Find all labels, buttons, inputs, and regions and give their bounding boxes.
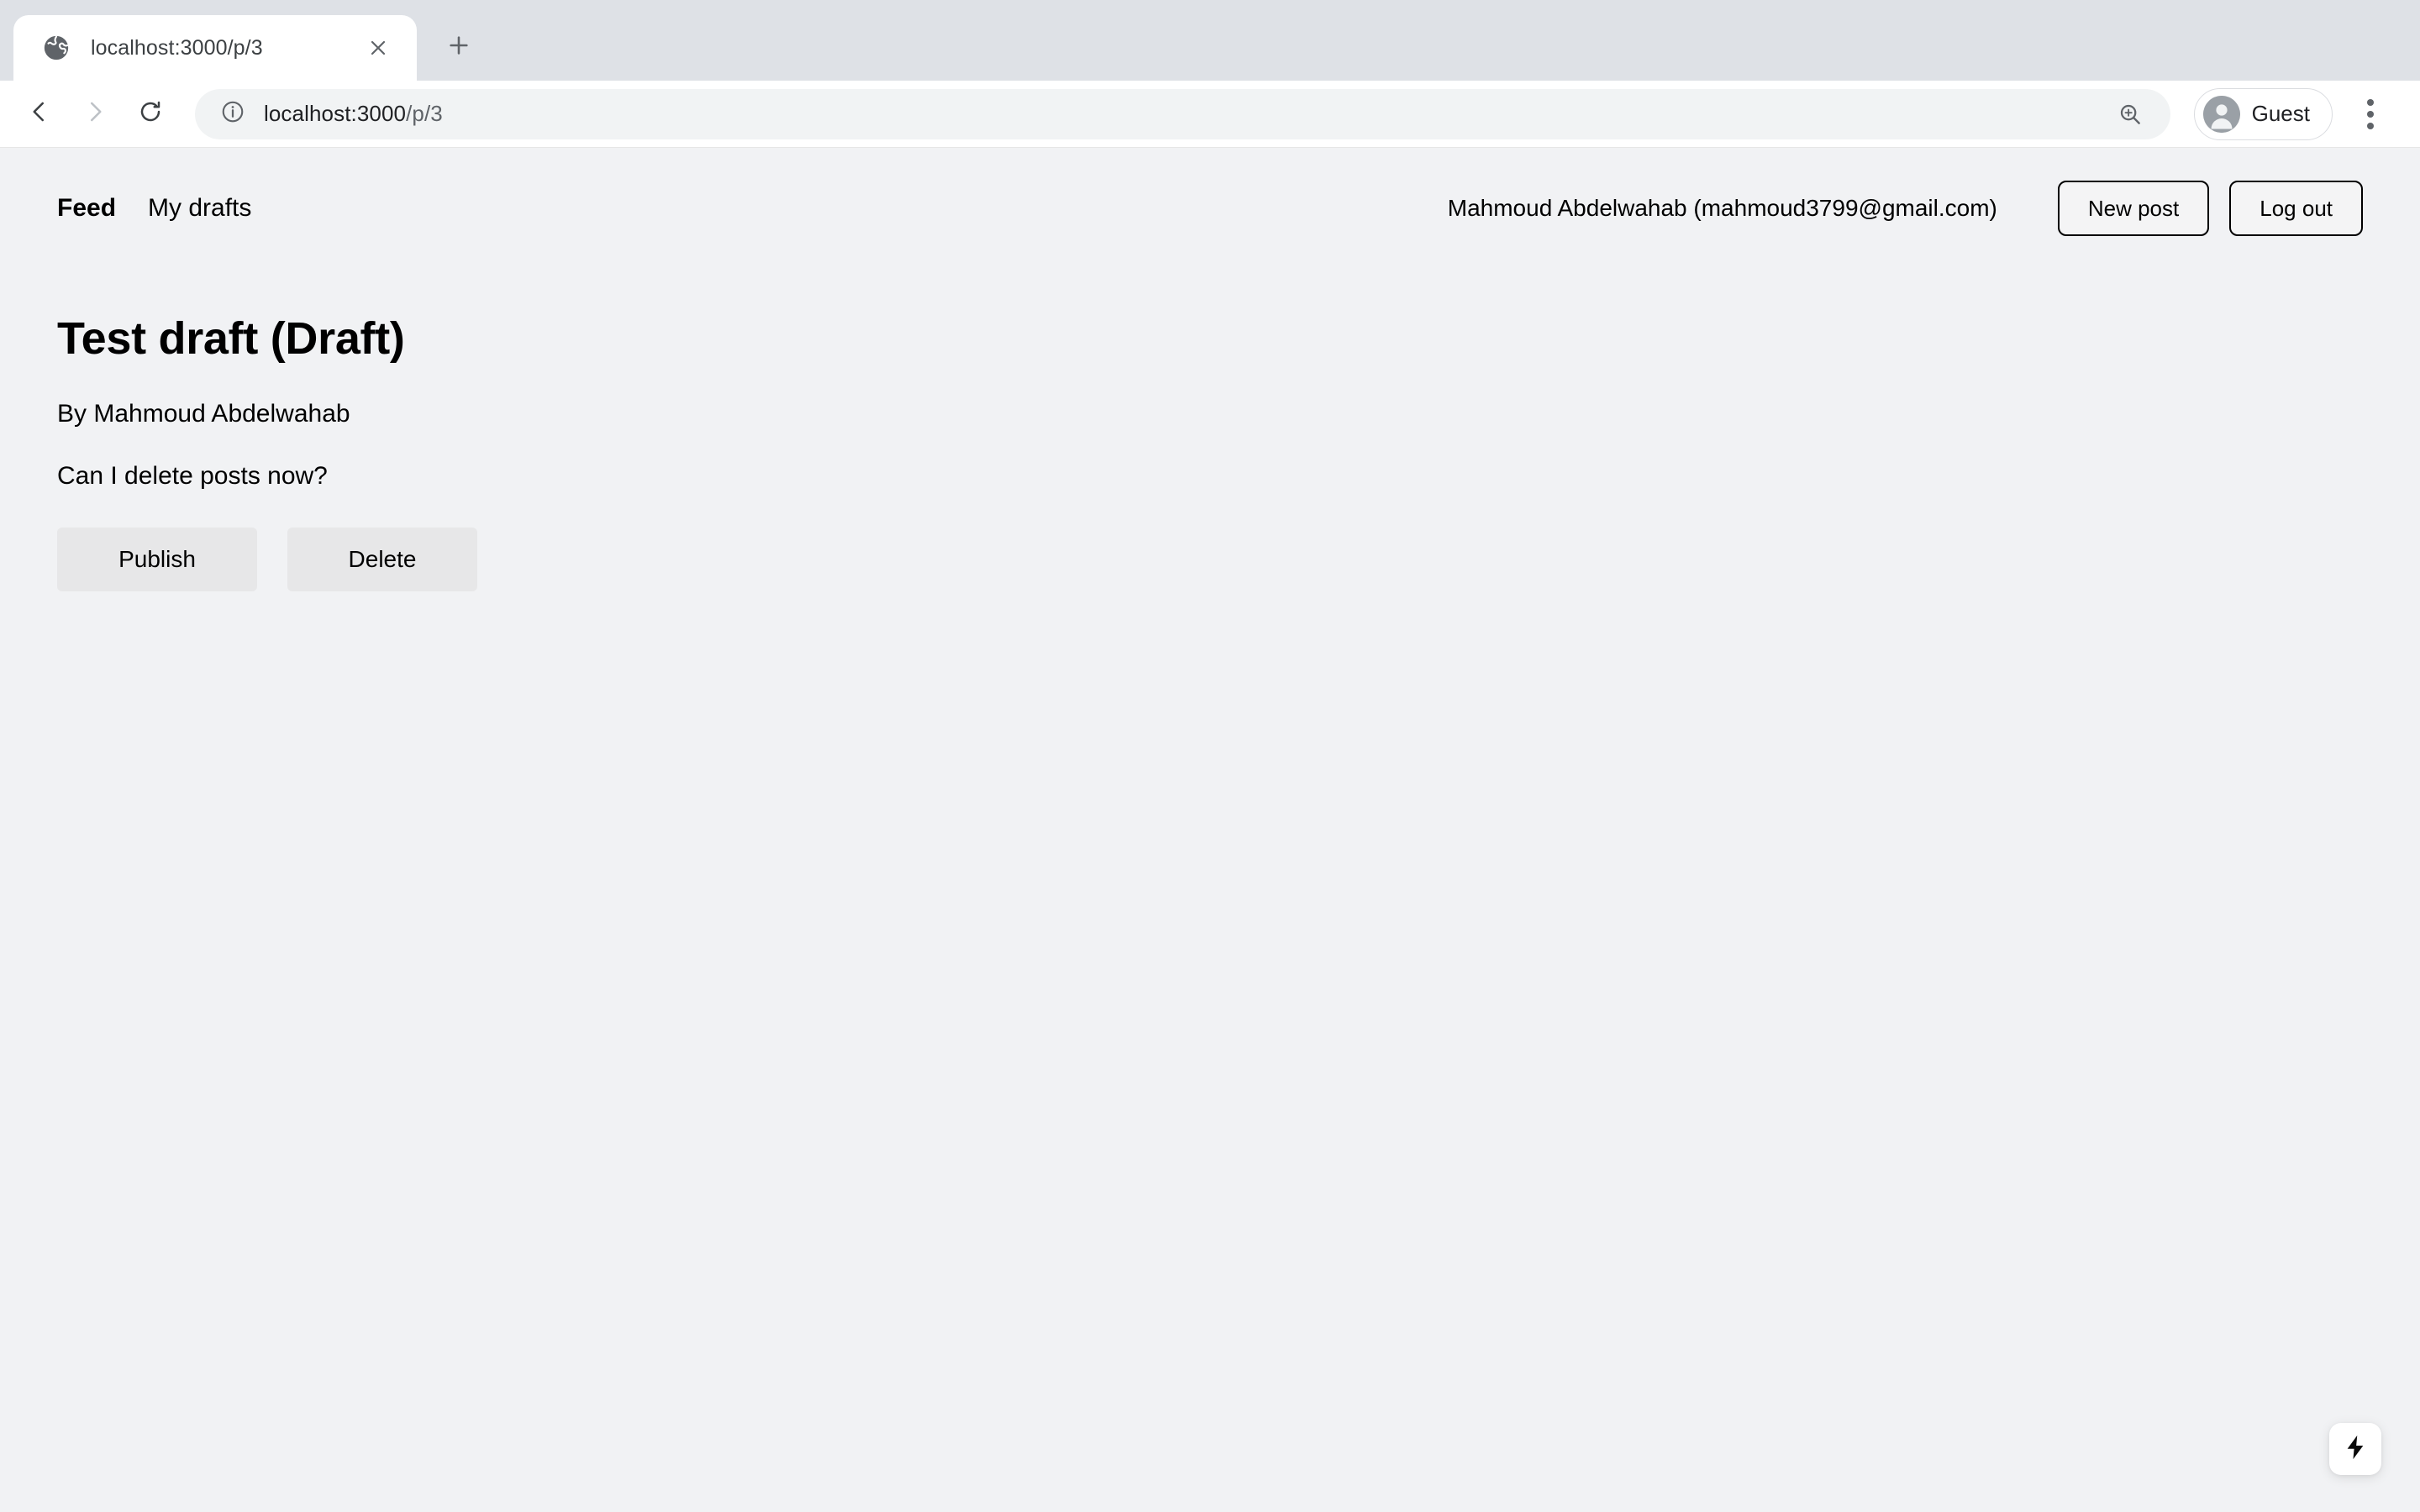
tab-strip: localhost:3000/p/3 <box>0 0 2420 81</box>
profile-name: Guest <box>2251 101 2310 126</box>
post-article: Test draft (Draft) By Mahmoud Abdelwahab… <box>57 254 2363 592</box>
page-content: Feed My drafts Mahmoud Abdelwahab (mahmo… <box>0 148 2420 592</box>
back-button[interactable] <box>13 88 66 140</box>
browser-tab[interactable]: localhost:3000/p/3 <box>13 15 417 81</box>
arrow-right-icon <box>82 99 108 129</box>
post-body: Can I delete posts now? <box>57 462 328 491</box>
kebab-dot <box>2367 122 2374 129</box>
globe-icon <box>42 34 71 62</box>
current-user-label: Mahmoud Abdelwahab (mahmoud3799@gmail.co… <box>1447 195 1997 221</box>
plus-icon <box>447 34 471 61</box>
post-actions: Publish Delete <box>57 528 2363 592</box>
kebab-dot <box>2367 110 2374 118</box>
dev-tools-indicator[interactable] <box>2329 1423 2381 1475</box>
address-bar-url: localhost:3000/p/3 <box>264 101 2093 127</box>
tab-title: localhost:3000/p/3 <box>91 35 263 60</box>
nav-right: Mahmoud Abdelwahab (mahmoud3799@gmail.co… <box>1448 181 2363 236</box>
profile-button[interactable]: Guest <box>2193 87 2333 140</box>
nav-link-my-drafts[interactable]: My drafts <box>148 194 251 223</box>
info-circle-icon[interactable] <box>220 99 245 129</box>
publish-button[interactable]: Publish <box>57 528 257 592</box>
post-title: Test draft (Draft) <box>57 313 405 364</box>
person-icon <box>2202 95 2240 133</box>
url-path: /p/3 <box>406 101 443 126</box>
reload-icon <box>138 99 163 129</box>
delete-button[interactable]: Delete <box>287 528 477 592</box>
lightning-bolt-icon <box>2341 1433 2370 1466</box>
url-host: localhost:3000 <box>264 101 407 126</box>
reload-button[interactable] <box>124 88 176 140</box>
post-author: By Mahmoud Abdelwahab <box>57 400 350 428</box>
kebab-dot <box>2367 98 2374 106</box>
log-out-button[interactable]: Log out <box>2229 181 2363 236</box>
browser-toolbar: localhost:3000/p/3 Guest <box>0 81 2420 148</box>
new-post-button[interactable]: New post <box>2057 181 2210 236</box>
arrow-left-icon <box>27 99 52 129</box>
forward-button[interactable] <box>69 88 121 140</box>
site-nav: Feed My drafts Mahmoud Abdelwahab (mahmo… <box>57 148 2363 254</box>
kebab-menu-icon[interactable] <box>2344 88 2396 140</box>
new-tab-button[interactable] <box>435 24 482 71</box>
close-icon[interactable] <box>361 31 395 65</box>
nav-links: Feed My drafts <box>57 194 251 223</box>
address-bar[interactable]: localhost:3000/p/3 <box>195 88 2170 139</box>
nav-link-feed[interactable]: Feed <box>57 194 116 223</box>
browser-window: localhost:3000/p/3 localhost:3000/p/3 Gu… <box>0 0 2420 1512</box>
page-viewport: Feed My drafts Mahmoud Abdelwahab (mahmo… <box>0 148 2420 1512</box>
zoom-in-icon[interactable] <box>2112 96 2149 133</box>
